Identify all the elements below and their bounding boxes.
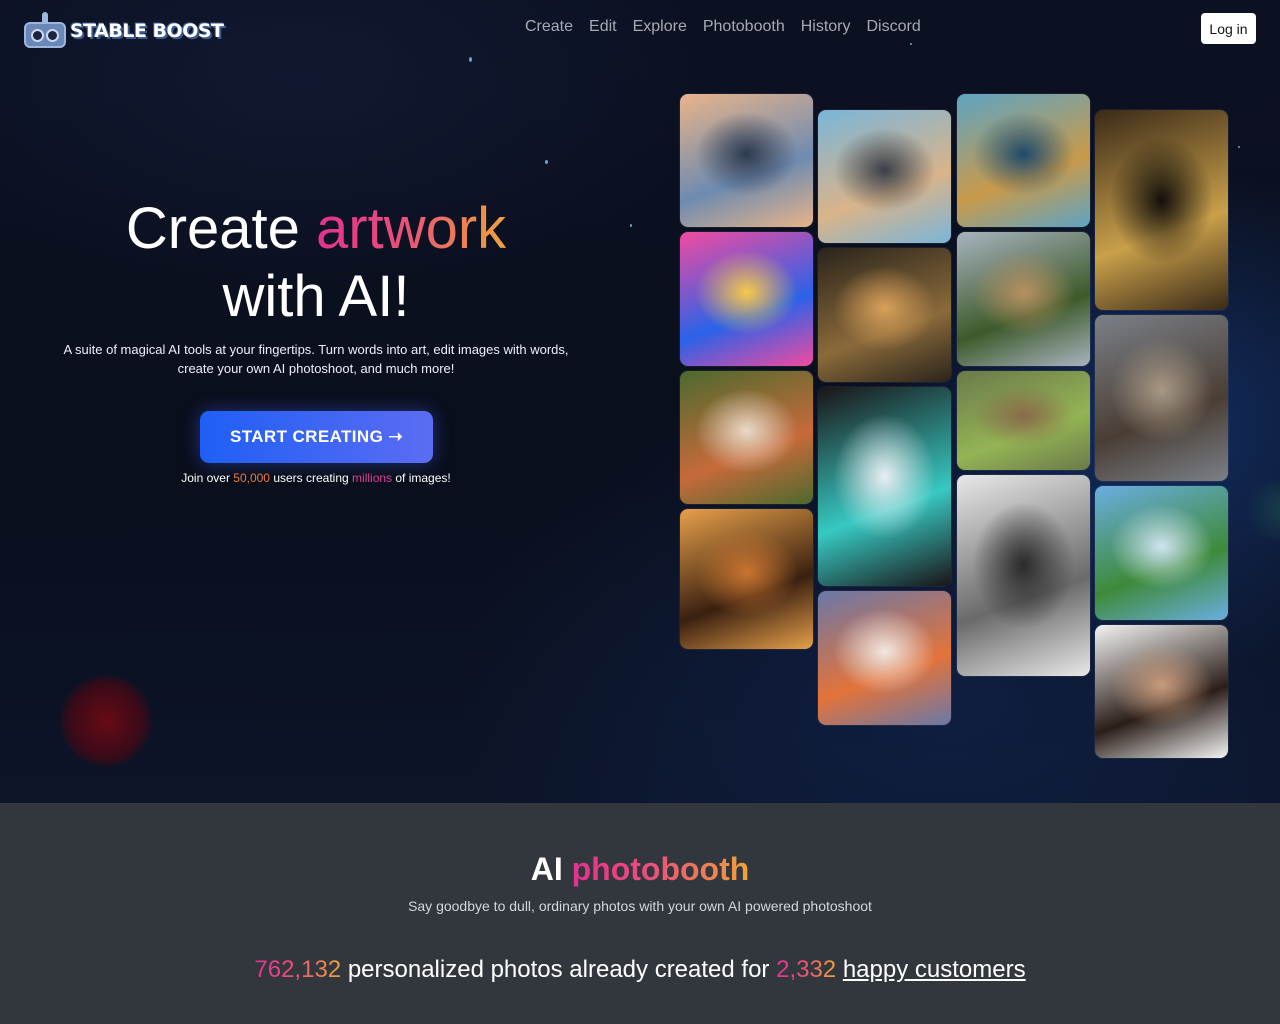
star-sparkle bbox=[630, 224, 632, 227]
tile-black-dog[interactable] bbox=[680, 232, 813, 366]
nav-photobooth[interactable]: Photobooth bbox=[703, 18, 785, 36]
join-users-count: 50,000 bbox=[233, 471, 270, 485]
tile-forest-road[interactable] bbox=[957, 232, 1090, 366]
tile-winged-dog[interactable] bbox=[957, 94, 1090, 227]
tile-ruined-capitol[interactable] bbox=[1095, 315, 1228, 481]
artwork-thumbnail bbox=[818, 110, 951, 243]
tile-green-car[interactable] bbox=[957, 371, 1090, 470]
hero-title: Create artwork with AI! bbox=[66, 195, 566, 331]
start-creating-button[interactable]: START CREATING ➝ bbox=[200, 411, 433, 463]
star-sparkle bbox=[469, 57, 472, 62]
logo-text: STABLE BOOST bbox=[70, 20, 224, 42]
red-glow-orb bbox=[60, 675, 152, 767]
stats-mid: personalized photos already created for bbox=[341, 956, 777, 983]
artwork-thumbnail bbox=[957, 94, 1090, 227]
main-nav: Create Edit Explore Photobooth History D… bbox=[525, 18, 921, 36]
join-suffix: of images! bbox=[392, 471, 451, 485]
hero-title-part2: with AI! bbox=[222, 264, 410, 329]
happy-customers-link[interactable]: happy customers bbox=[843, 956, 1026, 983]
star-sparkle bbox=[910, 43, 912, 45]
join-mid: users creating bbox=[269, 471, 353, 485]
join-prefix: Join over bbox=[181, 471, 234, 485]
customers-count: 2,332 bbox=[776, 956, 837, 983]
tile-smiling-woman[interactable] bbox=[1095, 625, 1228, 758]
artwork-thumbnail bbox=[818, 387, 951, 586]
artwork-thumbnail bbox=[680, 94, 813, 227]
artwork-thumbnail bbox=[1095, 625, 1228, 758]
artwork-thumbnail bbox=[957, 475, 1090, 676]
photobooth-stats: 762,132 personalized photos already crea… bbox=[0, 956, 1280, 984]
artwork-thumbnail bbox=[957, 232, 1090, 366]
artwork-thumbnail bbox=[957, 371, 1090, 470]
artwork-thumbnail bbox=[680, 232, 813, 366]
nav-edit[interactable]: Edit bbox=[589, 18, 617, 36]
tile-anime-girl[interactable] bbox=[818, 387, 951, 586]
tile-street-cars[interactable] bbox=[680, 94, 813, 227]
nav-create[interactable]: Create bbox=[525, 18, 573, 36]
photobooth-title-part1: AI bbox=[530, 851, 572, 887]
artwork-thumbnail bbox=[818, 248, 951, 382]
hero-title-part1: Create bbox=[125, 196, 317, 261]
hero-subtitle: A suite of magical AI tools at your fing… bbox=[63, 342, 569, 376]
tile-african-queen[interactable] bbox=[680, 509, 813, 649]
tile-armored-warrior[interactable] bbox=[957, 475, 1090, 676]
login-button[interactable]: Log in bbox=[1201, 13, 1256, 44]
tile-afro-man[interactable] bbox=[1095, 110, 1228, 310]
photobooth-title: AI photobooth bbox=[0, 851, 1280, 888]
nav-explore[interactable]: Explore bbox=[633, 18, 687, 36]
hero-section: STABLE BOOST Create Edit Explore Photobo… bbox=[0, 0, 1280, 803]
photobooth-title-highlight: photobooth bbox=[571, 851, 750, 887]
star-sparkle bbox=[545, 160, 548, 164]
join-text: Join over 50,000 users creating millions… bbox=[66, 471, 566, 485]
artwork-thumbnail bbox=[1095, 486, 1228, 620]
tile-castle[interactable] bbox=[818, 248, 951, 382]
robot-logo-icon bbox=[24, 12, 66, 50]
tile-robot-boy[interactable] bbox=[818, 110, 951, 243]
photos-count: 762,132 bbox=[254, 956, 342, 983]
hero-title-highlight: artwork bbox=[316, 196, 507, 261]
tile-redhead-woman[interactable] bbox=[680, 371, 813, 504]
tile-fox[interactable] bbox=[818, 591, 951, 725]
green-glow-orb bbox=[1238, 480, 1280, 540]
artwork-thumbnail bbox=[680, 509, 813, 649]
nav-history[interactable]: History bbox=[801, 18, 851, 36]
star-sparkle bbox=[1238, 146, 1240, 148]
photobooth-section: AI photobooth Say goodbye to dull, ordin… bbox=[0, 803, 1280, 1024]
photobooth-subtitle: Say goodbye to dull, ordinary photos wit… bbox=[408, 898, 872, 914]
tile-fantasy-landscape[interactable] bbox=[1095, 486, 1228, 620]
artwork-thumbnail bbox=[818, 591, 951, 725]
artwork-thumbnail bbox=[680, 371, 813, 504]
join-millions: millions bbox=[352, 471, 393, 485]
nav-discord[interactable]: Discord bbox=[867, 18, 921, 36]
artwork-thumbnail bbox=[1095, 315, 1228, 481]
artwork-thumbnail bbox=[1095, 110, 1228, 310]
logo[interactable]: STABLE BOOST bbox=[24, 12, 224, 50]
